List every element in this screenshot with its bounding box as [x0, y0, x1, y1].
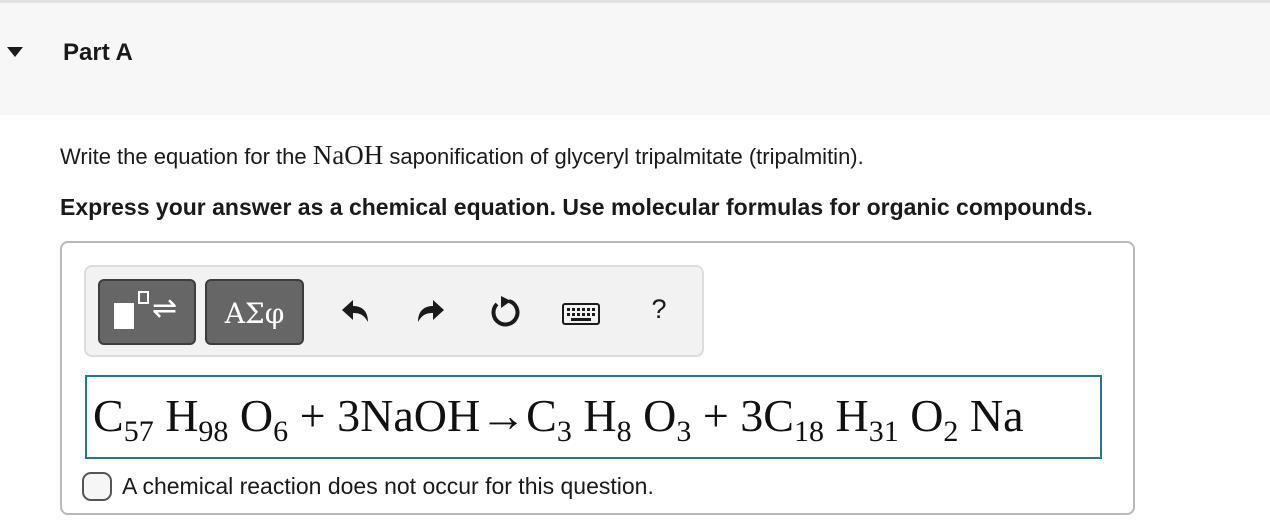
- redo-icon[interactable]: [412, 295, 448, 331]
- formula-subscript: 3: [556, 415, 572, 448]
- part-header: Part A: [0, 3, 1270, 115]
- formula-text: Na: [958, 390, 1024, 441]
- part-title: Part A: [63, 39, 133, 66]
- question-text-after: saponification of glyceryl tripalmitate …: [383, 144, 864, 169]
- question-text-before: Write the equation for the: [60, 144, 313, 169]
- question-math: NaOH: [312, 140, 384, 170]
- formula-subscript: 18: [793, 415, 824, 448]
- formula-text: + 3NaOH→C: [288, 390, 557, 441]
- formula-text: H: [153, 390, 199, 441]
- formula-text: O: [228, 390, 274, 441]
- symbols-label: ΑΣφ: [224, 297, 285, 330]
- math-toolbar: ⇌ ΑΣφ ?: [84, 265, 704, 357]
- answer-instruction: Express your answer as a chemical equati…: [60, 194, 1093, 220]
- template-square-icon: [114, 303, 134, 329]
- formula-subscript: 31: [868, 415, 899, 448]
- formula-subscript: 57: [123, 415, 154, 448]
- formula-text: O: [631, 390, 677, 441]
- formula-subscript: 98: [198, 415, 229, 448]
- keyboard-icon[interactable]: [560, 295, 602, 331]
- formula-text: H: [823, 390, 869, 441]
- question-text: Write the equation for the NaOH saponifi…: [60, 140, 864, 171]
- formula-input[interactable]: C57 H98 O6 + 3NaOH→C3 H8 O3 + 3C18 H31 O…: [85, 375, 1102, 459]
- template-superscript-icon: [138, 291, 149, 304]
- formula-subscript: 6: [273, 415, 289, 448]
- help-button[interactable]: ?: [641, 291, 677, 327]
- undo-icon[interactable]: [338, 295, 374, 331]
- symbols-button[interactable]: ΑΣφ: [205, 279, 304, 345]
- templates-button[interactable]: ⇌: [98, 279, 196, 345]
- answer-box: ⇌ ΑΣφ ? C57 H98 O6 + 3NaOH→C3 H8 O3 + 3C…: [60, 241, 1135, 515]
- no-reaction-checkbox[interactable]: [82, 472, 112, 501]
- collapse-caret-icon[interactable]: [7, 47, 23, 57]
- formula-text: + 3C: [691, 390, 794, 441]
- formula-subscript: 3: [676, 415, 692, 448]
- formula-text: O: [898, 390, 944, 441]
- formula-text: C: [93, 390, 124, 441]
- equilibrium-arrows-icon: ⇌: [152, 291, 178, 326]
- no-reaction-label: A chemical reaction does not occur for t…: [122, 473, 654, 499]
- formula-subscript: 2: [943, 415, 959, 448]
- formula-subscript: 8: [616, 415, 632, 448]
- reset-icon[interactable]: [487, 295, 523, 331]
- formula-text: H: [571, 390, 617, 441]
